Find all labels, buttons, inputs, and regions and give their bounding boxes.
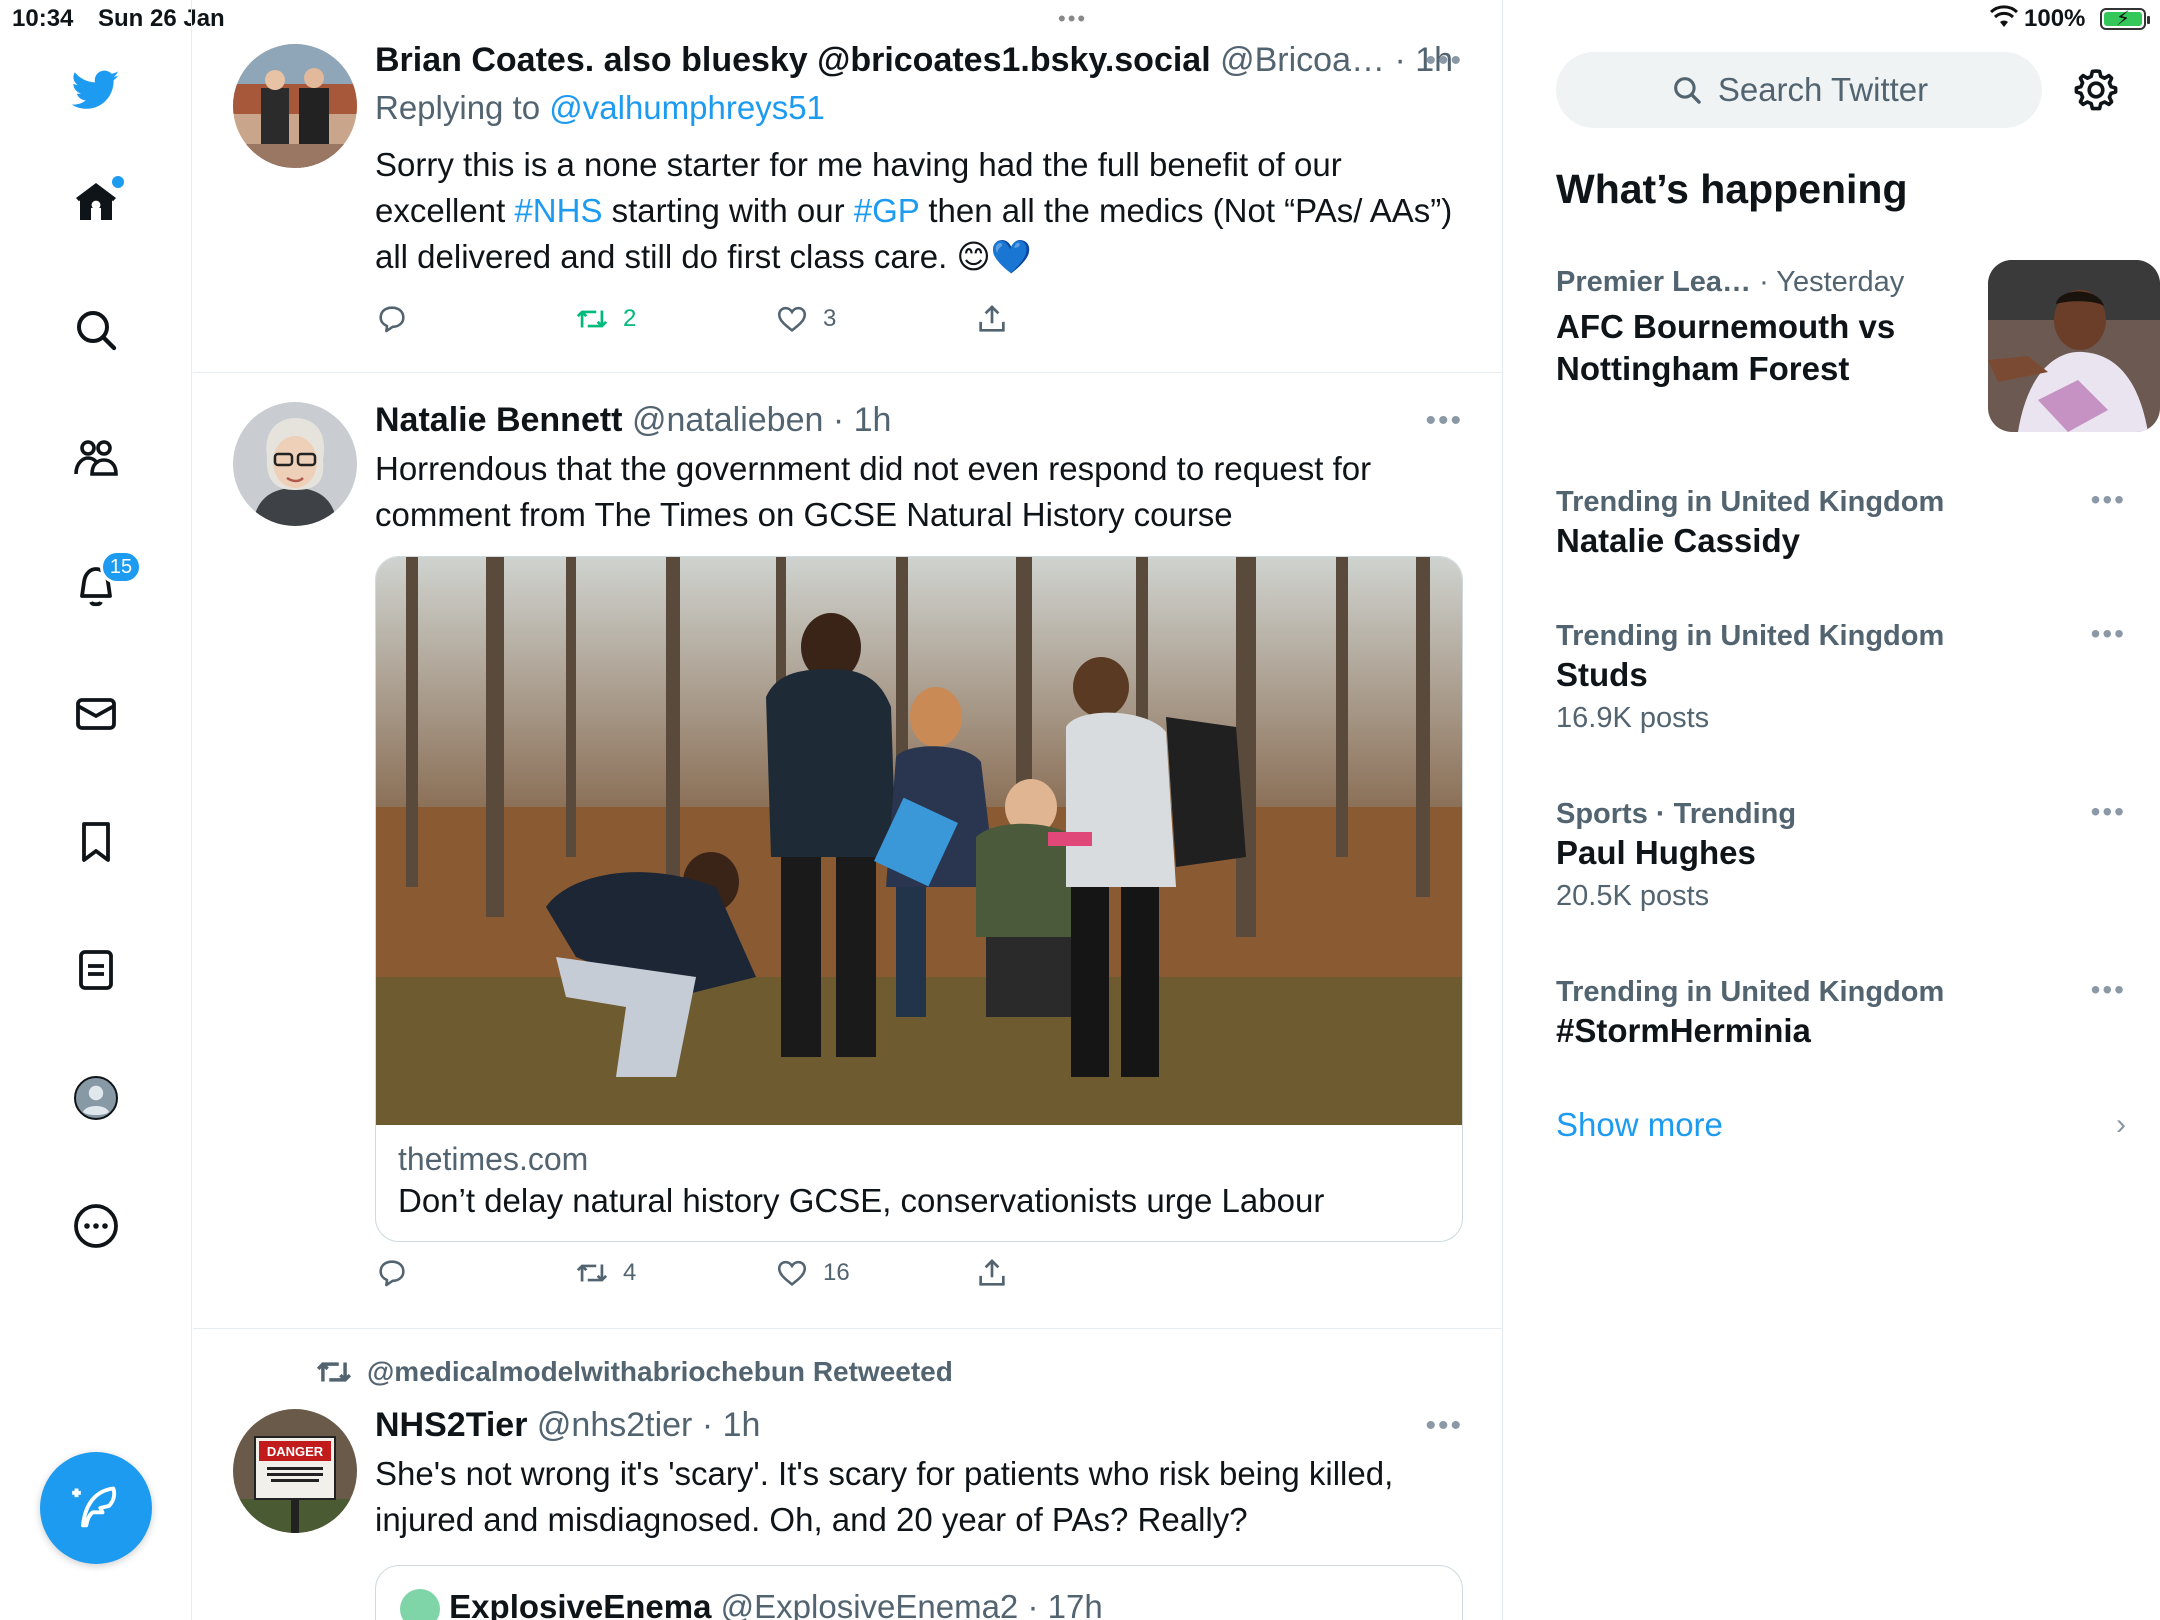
like-count: 16: [823, 1259, 850, 1286]
trend-more-icon[interactable]: •••: [2091, 974, 2126, 1006]
trend-title: Natalie Cassidy: [1556, 522, 1800, 559]
retweet-count: 2: [623, 305, 637, 332]
retweet-icon: [576, 1264, 608, 1282]
heart-icon: [777, 306, 807, 332]
retweeted-by[interactable]: @medicalmodelwithabriochebun Retweeted: [315, 1353, 953, 1391]
compose-feather-icon: [72, 1486, 117, 1528]
tweet-time[interactable]: 1h: [854, 401, 892, 439]
tweet-author-name[interactable]: Natalie Bennett: [375, 401, 623, 439]
show-more-link[interactable]: Show more ›: [1556, 1106, 2126, 1144]
tweet-natalie-bennett[interactable]: Natalie Bennett @natalieben · 1h Horrend…: [193, 374, 1502, 1329]
trend-item[interactable]: Trending in United Kingdom Natalie Cassi…: [1556, 484, 2126, 562]
explore-search-icon[interactable]: [62, 296, 130, 364]
quoted-time: 17h: [1047, 1588, 1103, 1620]
reply-button[interactable]: [375, 302, 423, 336]
twitter-logo-icon[interactable]: [62, 56, 130, 124]
timeline[interactable]: Brian Coates. also bluesky @bricoates1.b…: [193, 0, 1503, 1620]
replying-to: Replying to @valhumphreys51: [375, 89, 825, 126]
trend-more-icon[interactable]: •••: [2091, 796, 2126, 828]
replying-to-link[interactable]: @valhumphreys51: [549, 89, 825, 126]
reply-icon: [379, 1260, 405, 1287]
settings-gear-icon[interactable]: [2072, 66, 2120, 114]
avatar[interactable]: [233, 402, 357, 526]
share-icon: [979, 305, 1005, 332]
tweet-author-handle[interactable]: @natalieben: [632, 401, 823, 439]
tweet-time[interactable]: 1h: [723, 1406, 761, 1444]
share-button[interactable]: [975, 302, 1009, 336]
whats-happening-heading: What’s happening: [1556, 166, 1908, 212]
quoted-tweet[interactable]: ExplosiveEnema @ExplosiveEnema2 · 17h: [375, 1565, 1463, 1620]
messages-envelope-icon[interactable]: [62, 680, 130, 748]
link-card[interactable]: thetimes.com Don’t delay natural history…: [375, 556, 1463, 1242]
tweet-brian-coates[interactable]: Brian Coates. also bluesky @bricoates1.b…: [193, 0, 1502, 373]
retweet-icon: [576, 310, 608, 328]
trend-title: Studs: [1556, 656, 1648, 693]
link-card-domain: thetimes.com: [398, 1141, 589, 1177]
heart-icon: [777, 1260, 807, 1286]
tweet-nhs2tier[interactable]: @medicalmodelwithabriochebun Retweeted D…: [193, 1329, 1502, 1620]
right-sidebar: Search Twitter What’s happening Premier …: [1504, 0, 2160, 1620]
link-card-title: Don’t delay natural history GCSE, conser…: [398, 1182, 1325, 1219]
search-input[interactable]: Search Twitter: [1556, 52, 2042, 128]
reply-icon: [379, 306, 405, 333]
tweet-more-icon[interactable]: •••: [1425, 1409, 1463, 1443]
lists-icon[interactable]: [62, 936, 130, 1004]
tweet-text: She's not wrong it's 'scary'. It's scary…: [375, 1455, 1394, 1538]
tweet-actions: 4 16: [375, 1256, 1055, 1296]
like-button[interactable]: 3: [775, 302, 836, 336]
trend-title: Paul Hughes: [1556, 834, 1756, 871]
trend-title: #StormHerminia: [1556, 1012, 1811, 1049]
share-icon: [979, 1259, 1005, 1286]
home-icon[interactable]: [62, 168, 130, 236]
retweet-button[interactable]: 2: [575, 302, 636, 336]
like-button[interactable]: 16: [775, 1256, 850, 1290]
tweet-author-name[interactable]: NHS2Tier: [375, 1406, 527, 1444]
danger-sign-heading: DANGER: [267, 1444, 324, 1459]
notifications-badge: 15: [100, 550, 142, 584]
link-card-image: [376, 557, 1462, 1125]
trend-item[interactable]: Trending in United Kingdom Studs 16.9K p…: [1556, 618, 2126, 740]
share-button[interactable]: [975, 1256, 1009, 1290]
profile-avatar-icon[interactable]: [62, 1064, 130, 1132]
tweet-text: Horrendous that the government did not e…: [375, 450, 1372, 533]
trend-item[interactable]: Premier Lea… · Yesterday AFC Bournemouth…: [1556, 260, 2160, 444]
retweet-button[interactable]: 4: [575, 1256, 636, 1290]
home-unread-dot: [112, 176, 124, 188]
tweet-author-name[interactable]: Brian Coates. also bluesky @bricoates1.b…: [375, 41, 1211, 79]
trend-post-count: 16.9K posts: [1556, 702, 1710, 734]
tweet-author-handle[interactable]: @Bricoa…: [1220, 41, 1385, 79]
trend-more-icon[interactable]: •••: [2091, 484, 2126, 516]
trend-item[interactable]: Trending in United Kingdom #StormHermini…: [1556, 974, 2126, 1052]
communities-icon[interactable]: [62, 424, 130, 492]
quoted-avatar: [400, 1589, 440, 1620]
tweet-more-icon[interactable]: •••: [1425, 404, 1463, 438]
compose-tweet-button[interactable]: [40, 1452, 152, 1564]
tweet-text: Sorry this is a none starter for me havi…: [375, 146, 1453, 275]
tweet-actions: 2 3: [375, 302, 1055, 342]
trend-image: [1988, 260, 2160, 432]
like-count: 3: [823, 305, 837, 332]
quoted-author-handle: @ExplosiveEnema2: [720, 1588, 1019, 1620]
trend-more-icon[interactable]: •••: [2091, 618, 2126, 650]
more-options-icon[interactable]: [62, 1192, 130, 1260]
tweet-more-icon[interactable]: •••: [1425, 44, 1463, 78]
notifications-bell-icon[interactable]: 15: [62, 550, 142, 620]
bookmarks-icon[interactable]: [62, 808, 130, 876]
search-placeholder: Search Twitter: [1717, 71, 1929, 108]
hashtag-link[interactable]: #GP: [854, 192, 919, 229]
retweet-indicator-icon: [316, 1362, 352, 1382]
avatar[interactable]: [233, 44, 357, 168]
trend-title: AFC Bournemouth vs Nottingham Forest: [1556, 308, 1896, 387]
trend-item[interactable]: Sports · Trending Paul Hughes 20.5K post…: [1556, 796, 2126, 918]
reply-button[interactable]: [375, 1256, 423, 1290]
retweet-count: 4: [623, 1259, 637, 1286]
trend-post-count: 20.5K posts: [1556, 880, 1710, 912]
left-nav: 15: [0, 0, 192, 1620]
quoted-author-name: ExplosiveEnema: [449, 1588, 712, 1620]
hashtag-link[interactable]: #NHS: [514, 192, 602, 229]
search-icon: [1673, 77, 1701, 104]
avatar[interactable]: DANGER: [233, 1409, 357, 1533]
tweet-author-handle[interactable]: @nhs2tier: [537, 1406, 692, 1444]
chevron-right-icon: ›: [2116, 1108, 2126, 1141]
